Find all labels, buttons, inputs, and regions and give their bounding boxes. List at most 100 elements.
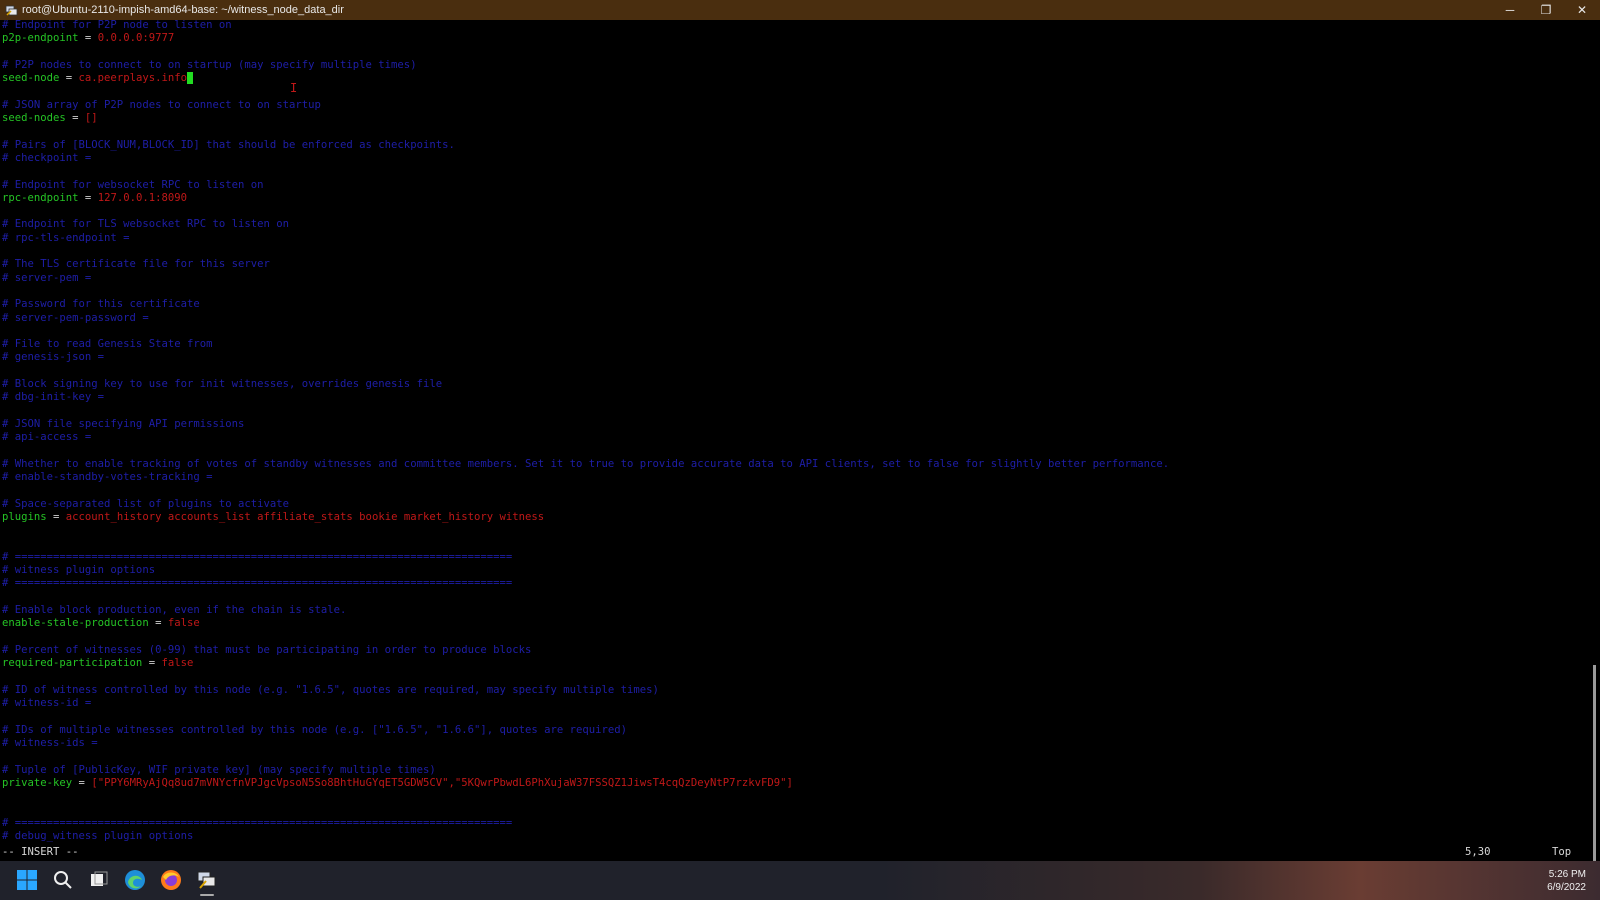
terminal-line: # Endpoint for P2P node to listen on [2,19,1582,32]
terminal-line: # P2P nodes to connect to on startup (ma… [2,59,1582,72]
terminal-scrollbar[interactable] [1586,20,1600,875]
text-cursor [186,72,194,85]
terminal-line: # ID of witness controlled by this node … [2,684,1582,697]
terminal-line: # Endpoint for websocket RPC to listen o… [2,179,1582,192]
terminal-line: enable-stale-production = false [2,617,1582,630]
config-comment: # The TLS certificate file for this serv… [2,258,270,271]
terminal-line: # rpc-tls-endpoint = [2,232,1582,245]
system-clock[interactable]: 5:26 PM 6/9/2022 [1547,868,1586,894]
close-button[interactable]: ✕ [1564,0,1600,20]
config-operator: = [59,72,79,85]
vim-status-line: -- INSERT -- 5,30 Top [2,846,1582,860]
terminal-line: # debug_witness plugin options [2,830,1582,843]
config-operator: = [65,112,85,125]
minimize-button[interactable]: ─ [1492,0,1528,20]
config-value: 127.0.0.1:8090 [97,191,187,204]
config-comment: # Percent of witnesses (0-99) that must … [2,643,532,656]
mouse-ibeam-cursor-icon: I [290,81,298,95]
terminal-line: # The TLS certificate file for this serv… [2,258,1582,271]
terminal-line: # api-access = [2,431,1582,444]
search-icon[interactable] [48,865,78,895]
config-comment: # Tuple of [PublicKey, WIF private key] … [2,763,436,776]
config-comment: # enable-standby-votes-tracking = [2,471,213,484]
task-view-icon[interactable] [84,865,114,895]
terminal-line: # Whether to enable tracking of votes of… [2,458,1582,471]
terminal-line: # server-pem = [2,272,1582,285]
terminal-line: # File to read Genesis State from [2,338,1582,351]
windows-start-icon[interactable] [12,865,42,895]
config-comment: # checkpoint = [2,151,92,164]
terminal-line: # ======================================… [2,817,1582,830]
config-value: [] [84,112,98,125]
terminal-text-area[interactable]: # Endpoint for P2P node to listen on p2p-… [2,19,1582,861]
edge-browser-icon[interactable] [120,865,150,895]
terminal-line: # Password for this certificate [2,298,1582,311]
terminal-line: required-participation = false [2,657,1582,670]
scroll-position: Top [1552,846,1572,858]
putty-app-icon[interactable] [4,3,18,17]
config-key: seed-node [2,72,60,85]
terminal-line: seed-nodes = [] [2,112,1582,125]
vim-mode-indicator: -- INSERT -- [2,846,79,858]
clock-date: 6/9/2022 [1547,882,1586,893]
config-comment: # Password for this certificate [2,298,200,311]
config-key: private-key [2,776,73,789]
config-operator: = [78,32,98,45]
config-comment: # ======================================… [2,550,513,563]
putty-taskbar-icon[interactable] [192,865,222,896]
config-comment: # ======================================… [2,577,513,590]
config-value: ca.peerplays.info [78,72,187,85]
config-operator: = [142,657,162,670]
config-comment: # genesis-json = [2,351,105,364]
config-comment: # File to read Genesis State from [2,338,213,351]
config-operator: = [148,617,168,630]
config-comment: # Space-separated list of plugins to act… [2,497,290,510]
terminal-line: # witness plugin options [2,564,1582,577]
terminal-line: rpc-endpoint = 127.0.0.1:8090 [2,192,1582,205]
config-comment: # Pairs of [BLOCK_NUM,BLOCK_ID] that sho… [2,138,455,151]
terminal-line: # IDs of multiple witnesses controlled b… [2,724,1582,737]
config-operator: = [72,776,92,789]
config-operator: = [78,191,98,204]
terminal-line: # Block signing key to use for init witn… [2,378,1582,391]
firefox-icon[interactable] [156,865,186,895]
config-key: enable-stale-production [2,617,149,630]
config-comment: # JSON array of P2P nodes to connect to … [2,98,321,111]
terminal-line: # ======================================… [2,551,1582,564]
restore-button[interactable]: ❐ [1528,0,1564,20]
windows-taskbar: 5:26 PM 6/9/2022 [0,861,1600,900]
terminal-line: # dbg-init-key = [2,391,1582,404]
config-value: ["PPY6MRyAjQq8ud7mVNYcfnVPJgcVpsoN5So8Bh… [91,776,793,789]
config-comment: # server-pem = [2,271,92,284]
config-key: seed-nodes [2,112,66,125]
terminal-line: # server-pem-password = [2,312,1582,325]
config-comment: # server-pem-password = [2,311,149,324]
window-title: root@Ubuntu-2110-impish-amd64-base: ~/wi… [22,4,344,16]
config-comment: # IDs of multiple witnesses controlled b… [2,723,628,736]
config-comment: # debug_witness plugin options [2,830,194,843]
terminal-line: # genesis-json = [2,351,1582,364]
config-value: false [167,617,200,630]
terminal-line: # witness-id = [2,697,1582,710]
scrollbar-thumb[interactable] [1593,665,1596,875]
terminal-line: # checkpoint = [2,152,1582,165]
config-comment: # dbg-init-key = [2,391,105,404]
terminal-line: # ======================================… [2,577,1582,590]
config-key: rpc-endpoint [2,191,79,204]
